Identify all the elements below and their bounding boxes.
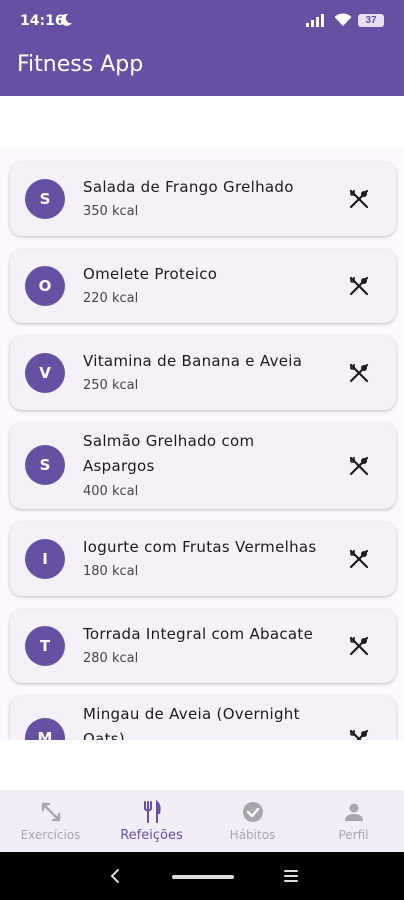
nav-label: Refeições [120,828,183,843]
meal-avatar: T [25,626,65,666]
utensils-crossed-icon[interactable] [347,187,371,211]
arrows-diagonal-icon [41,802,60,822]
meal-avatar: M [25,718,65,740]
meal-name: Salmão Grelhado com [83,432,255,450]
meal-card[interactable]: O Omelete Proteico 220 kcal [10,249,396,323]
meal-card[interactable]: I Iogurte com Frutas Vermelhas 180 kcal [10,522,396,596]
meal-list[interactable]: S Salada de Frango Grelhado 350 kcal O O… [0,148,404,740]
status-icons: 37 [306,13,384,27]
meal-name: Omelete Proteico [83,265,218,283]
nav-tab-perfil[interactable]: Perfil [303,790,404,852]
meal-calories: 220 kcal [83,291,139,306]
meal-card[interactable]: S Salada de Frango Grelhado 350 kcal [10,162,396,236]
nav-label: Perfil [338,828,369,842]
person-icon [344,803,363,821]
meal-avatar: S [25,179,65,219]
system-navigation-bar [0,852,404,900]
utensils-crossed-icon[interactable] [347,274,371,298]
meal-card[interactable]: T Torrada Integral com Abacate 280 kcal [10,609,396,683]
nav-tab-refeicoes[interactable]: Refeições [101,790,202,852]
meal-card[interactable]: V Vitamina de Banana e Aveia 250 kcal [10,336,396,410]
nav-label: Exercícios [20,828,81,842]
status-bar: 14:16 37 [0,0,404,44]
home-pill[interactable] [172,875,234,879]
top-app-bar: 14:16 37 Fitness App [0,0,404,96]
back-chevron-icon[interactable] [108,868,122,884]
battery-icon: 37 [358,13,384,27]
meal-name-line2: Oats) [83,730,126,740]
wifi-icon [334,13,352,26]
battery-level: 37 [365,14,377,26]
meal-name: Torrada Integral com Abacate [83,625,314,643]
meal-avatar: S [25,445,65,485]
status-time: 14:16 [20,13,65,29]
bottom-navigation: Exercícios Refeições Hábitos Perfil [0,790,404,852]
meal-avatar: I [25,539,65,579]
meal-card[interactable]: M Mingau de Aveia (Overnight Oats) [10,696,396,740]
utensils-crossed-icon[interactable] [347,547,371,571]
app-title: Fitness App [17,52,144,77]
fork-knife-icon [143,800,161,823]
meal-name: Salada de Frango Grelhado [83,178,294,196]
meal-name: Vitamina de Banana e Aveia [83,352,303,370]
signal-icon [306,14,324,27]
utensils-crossed-icon[interactable] [347,634,371,658]
meal-calories: 180 kcal [83,564,139,579]
nav-tab-habitos[interactable]: Hábitos [202,790,303,852]
meal-card[interactable]: S Salmão Grelhado com Aspargos 400 kcal [10,423,396,509]
meal-avatar: O [25,266,65,306]
meal-calories: 350 kcal [83,204,139,219]
utensils-crossed-icon[interactable] [347,454,371,478]
meal-name: Mingau de Aveia (Overnight [83,705,300,723]
utensils-crossed-icon[interactable] [347,361,371,385]
meal-calories: 400 kcal [83,484,139,499]
meal-avatar: V [25,353,65,393]
meal-calories: 280 kcal [83,651,139,666]
meal-calories: 250 kcal [83,378,139,393]
meal-name-line2: Aspargos [83,457,155,475]
do-not-disturb-moon-icon [60,13,72,26]
nav-label: Hábitos [229,828,276,842]
recents-menu-icon[interactable] [284,869,298,883]
utensils-crossed-icon[interactable] [347,727,371,740]
meal-name: Iogurte com Frutas Vermelhas [83,538,317,556]
screen: 14:16 37 Fitness App S Salada de Frango … [0,0,404,900]
nav-tab-exercicios[interactable]: Exercícios [0,790,101,852]
check-circle-icon [242,802,263,822]
